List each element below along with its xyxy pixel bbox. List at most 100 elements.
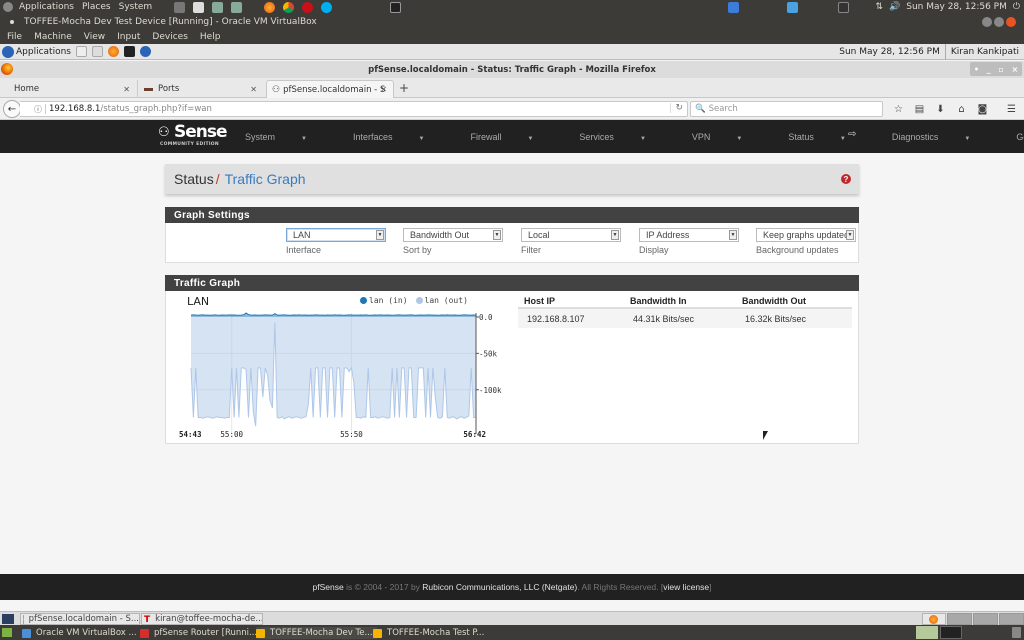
close-tab-icon[interactable]: ✕ xyxy=(380,85,387,94)
vbox-menu-input[interactable]: Input xyxy=(117,32,140,42)
guest-user[interactable]: Kiran Kankipati xyxy=(946,47,1024,57)
system-monitor-icon[interactable] xyxy=(838,1,850,13)
tab-home[interactable]: Home ✕ xyxy=(0,80,136,98)
workspace-4[interactable] xyxy=(999,613,1024,625)
breadcrumb-status-link[interactable]: Status xyxy=(174,171,214,187)
logout-icon[interactable]: ⇨ xyxy=(848,129,856,140)
opera-icon[interactable] xyxy=(302,1,314,13)
host-task-toffee-test[interactable]: TOFFEE-Mocha Test P... xyxy=(373,627,484,639)
window-menu-icon[interactable] xyxy=(10,20,14,24)
guest-top-panel: Applications Sun May 28, 12:56 PM Kiran … xyxy=(0,44,1024,60)
os-menu-places[interactable]: Places xyxy=(82,2,111,12)
close-tab-icon[interactable]: ✕ xyxy=(123,85,130,94)
taskbar-item-firefox[interactable]: pfSense.localdomain - S... xyxy=(20,613,140,625)
workspace-3[interactable] xyxy=(973,613,998,625)
file-manager-icon[interactable] xyxy=(91,46,103,57)
tab-ports[interactable]: Ports ✕ xyxy=(137,80,263,98)
guest-clock[interactable]: Sun May 28, 12:56 PM xyxy=(834,47,945,57)
pocket-icon[interactable]: ◙ xyxy=(972,101,993,117)
reading-list-icon[interactable]: ▤ xyxy=(909,101,930,117)
skype-icon[interactable] xyxy=(321,1,333,13)
url-bar[interactable]: ⓘ 192.168.8.1 /status_graph.php?if=wan ↻ xyxy=(20,101,688,117)
network-tool-icon[interactable] xyxy=(139,46,151,57)
show-desktop-icon[interactable] xyxy=(2,628,12,637)
terminal-icon[interactable] xyxy=(390,1,402,13)
vbox-menu-view[interactable]: View xyxy=(84,32,105,42)
network-icon[interactable]: ⇅ xyxy=(875,2,883,12)
search-input[interactable]: 🔍 Search xyxy=(690,101,883,117)
os-menu-system[interactable]: System xyxy=(119,2,153,12)
virtualbox-tray-icon[interactable] xyxy=(787,1,799,13)
vbox-menu-help[interactable]: Help xyxy=(200,32,221,42)
volume-icon[interactable]: 🔊 xyxy=(889,2,900,12)
close-tab-icon[interactable]: ✕ xyxy=(250,85,257,94)
workspace-switcher-1[interactable] xyxy=(916,626,938,639)
home-icon[interactable]: ⌂ xyxy=(951,101,972,117)
terminal-icon[interactable] xyxy=(123,46,135,57)
maximize-button[interactable] xyxy=(994,17,1004,27)
nav-gold[interactable]: Gold▼ xyxy=(1016,132,1024,142)
window-menu-icon[interactable]: • xyxy=(974,65,979,74)
taskbar-item-terminal[interactable]: T kiran@toffee-mocha-de... xyxy=(141,613,263,625)
power-icon[interactable]: ⏻ xyxy=(1013,2,1020,12)
reload-icon[interactable]: ↻ xyxy=(670,103,683,113)
text-editor-icon[interactable] xyxy=(75,46,87,57)
os-clock[interactable]: Sun May 28, 12:56 PM xyxy=(906,2,1007,12)
tab-pfsense[interactable]: ⚇ pfSense.localdomain - S ✕ xyxy=(266,80,394,98)
minimize-icon[interactable]: _ xyxy=(987,65,991,74)
interface-value: LAN xyxy=(293,230,311,240)
downloads-icon[interactable]: ⬇ xyxy=(930,101,951,117)
view-license-link[interactable]: view license xyxy=(663,582,709,592)
host-task-virtualbox[interactable]: Oracle VM VirtualBox ... xyxy=(22,627,137,639)
filter-select[interactable]: Local ▼ xyxy=(521,228,621,242)
maximize-icon[interactable]: ▫ xyxy=(998,65,1003,74)
nav-diagnostics[interactable]: Diagnostics ▼ xyxy=(892,132,993,142)
vbox-menu-devices[interactable]: Devices xyxy=(152,32,187,42)
firefox-icon[interactable] xyxy=(107,46,119,57)
logo-subtitle: COMMUNITY EDITION xyxy=(160,142,219,147)
os-menu-applications[interactable]: Applications xyxy=(19,2,74,12)
workspace-switcher-2[interactable] xyxy=(940,626,962,639)
nav-services[interactable]: Services ▼ xyxy=(579,132,668,142)
guest-applications-menu[interactable]: Applications xyxy=(2,45,71,58)
nav-status[interactable]: Status ▼ xyxy=(788,132,868,142)
sort-by-select[interactable]: Bandwidth Out ▼ xyxy=(403,228,503,242)
close-icon[interactable]: × xyxy=(1011,65,1018,74)
host-task-pfsense-router[interactable]: pfSense Router [Runni... xyxy=(140,627,257,639)
calculator-icon[interactable] xyxy=(174,1,186,13)
nav-vpn[interactable]: VPN ▼ xyxy=(692,132,765,142)
trash-icon[interactable] xyxy=(1012,627,1021,638)
pfsense-logo[interactable]: ⚇ Sense COMMUNITY EDITION xyxy=(158,122,228,150)
nav-system[interactable]: System ▼ xyxy=(245,132,330,142)
display-select[interactable]: IP Address ▼ xyxy=(639,228,739,242)
skype-tray-icon[interactable] xyxy=(728,1,740,13)
hamburger-menu-icon[interactable]: ☰ xyxy=(1001,101,1022,117)
minimize-button[interactable] xyxy=(982,17,992,27)
vbox-menu-machine[interactable]: Machine xyxy=(34,32,72,42)
files-icon[interactable] xyxy=(212,1,224,13)
firefox-icon[interactable] xyxy=(264,1,276,13)
footer-company-link[interactable]: Rubicon Communications, LLC (Netgate) xyxy=(422,582,577,592)
site-info-icon[interactable]: ⓘ xyxy=(34,104,42,115)
page-title[interactable]: Traffic Graph xyxy=(225,171,306,187)
vbox-menu-file[interactable]: File xyxy=(7,32,22,42)
host-task-toffee-dev[interactable]: TOFFEE-Mocha Dev Te... xyxy=(256,627,377,639)
back-button[interactable]: ← xyxy=(3,100,21,118)
ubuntu-logo-icon[interactable] xyxy=(3,2,13,12)
chrome-icon[interactable] xyxy=(283,1,295,13)
close-button[interactable] xyxy=(1006,17,1016,27)
workspace-2[interactable] xyxy=(947,613,972,625)
help-icon[interactable]: ? xyxy=(841,174,851,184)
background-updates-select[interactable]: Keep graphs updated ▼ xyxy=(756,228,856,242)
new-tab-button[interactable]: + xyxy=(399,81,409,95)
nav-firewall[interactable]: Firewall ▼ xyxy=(470,132,556,142)
interface-select[interactable]: LAN ▼ xyxy=(286,228,386,242)
bookmark-star-icon[interactable]: ☆ xyxy=(888,101,909,117)
show-desktop-icon[interactable] xyxy=(2,614,14,624)
workspace-1[interactable] xyxy=(922,613,946,625)
files-icon[interactable] xyxy=(231,1,243,13)
firefox-icon xyxy=(23,614,24,624)
nav-interfaces[interactable]: Interfaces ▼ xyxy=(353,132,447,142)
text-editor-icon[interactable] xyxy=(193,1,205,13)
host-table: Host IP Bandwidth In Bandwidth Out 192.1… xyxy=(518,291,852,328)
